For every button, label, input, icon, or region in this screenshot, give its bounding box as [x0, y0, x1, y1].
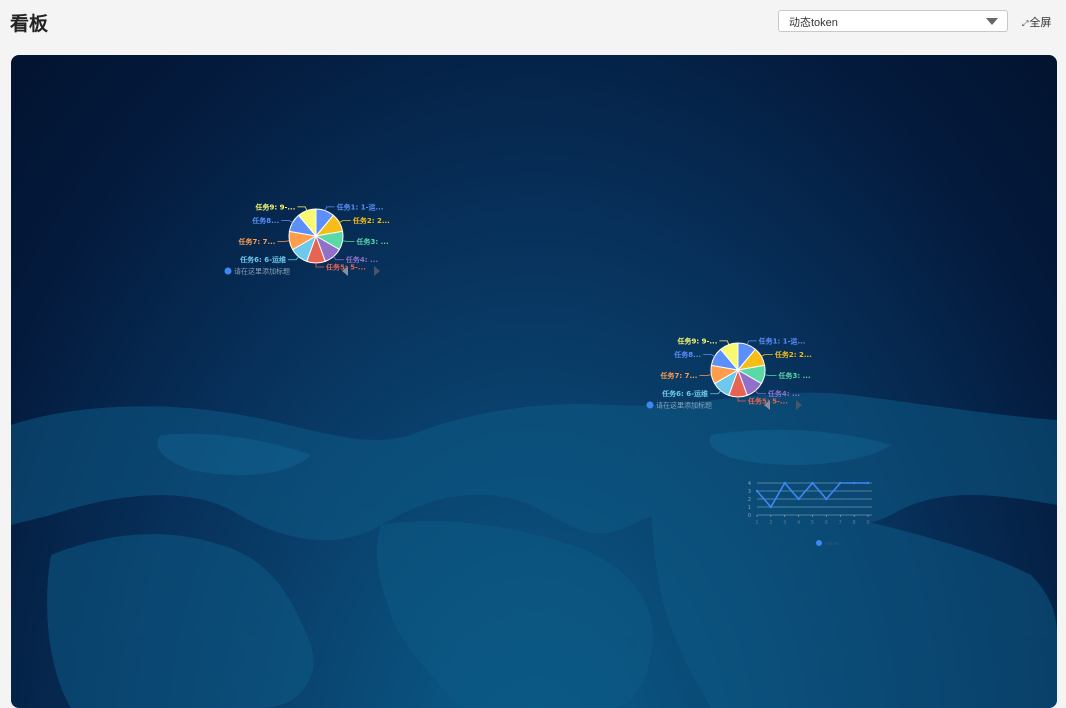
pie-label-line: [703, 354, 715, 357]
y-tick-label: 0: [748, 513, 751, 519]
line-point[interactable]: [769, 505, 773, 509]
legend-next-icon[interactable]: [374, 266, 380, 276]
line-point[interactable]: [811, 481, 814, 485]
x-tick-label: 1: [755, 520, 758, 526]
x-tick-label: 2: [769, 520, 772, 526]
pie-slice-label: 任务9: 9-...: [677, 336, 718, 345]
pie-slice-label: 任务1: 1-运...: [758, 336, 806, 345]
x-tick-label: 9: [866, 520, 869, 526]
pie-legend-label[interactable]: 请在这里添加标题: [656, 401, 712, 410]
legend-marker: [224, 267, 232, 275]
pie-legend-label[interactable]: 请在这里添加标题: [234, 267, 290, 276]
pie-slice-label: 任务7: 7...: [660, 371, 698, 380]
x-tick-label: 8: [853, 520, 856, 526]
pie-slice-label: 任务2: 2...: [774, 350, 812, 359]
pie-slice-label: 任务9: 9-...: [255, 202, 296, 211]
pie-label-line: [288, 256, 299, 261]
line-point[interactable]: [755, 489, 759, 493]
token-select-value: 动态token: [789, 17, 838, 29]
fullscreen-label: 全屏: [1029, 16, 1052, 29]
pie-slice-label: 任务8...: [673, 350, 701, 359]
pie-slice-label: 任务1: 1-运...: [336, 202, 384, 211]
line-point[interactable]: [852, 481, 856, 485]
pie-label-line: [746, 340, 757, 345]
page-title: 看板: [10, 13, 49, 35]
line-point[interactable]: [839, 481, 842, 485]
pie-label-line: [339, 220, 351, 223]
pie-slice-label: 任务3: ...: [778, 371, 811, 380]
pie-label-line: [755, 390, 766, 395]
pie-label-line: [297, 206, 308, 211]
world-map-background: [11, 392, 1057, 708]
pie-label-line: [710, 390, 721, 395]
line-point[interactable]: [783, 481, 786, 485]
pie-slice-label: 任务2: 2...: [352, 216, 390, 225]
dashboard-canvas: 任务1: 1-运... 任务2: 2... 任务3: ... 任务4: ... 任务5:…: [11, 55, 1057, 708]
y-tick-label: 4: [748, 481, 751, 487]
legend-marker: [646, 401, 654, 409]
header-bar: 看板 动态token ⤢全屏: [0, 0, 1066, 48]
line-point[interactable]: [797, 497, 800, 501]
pie-label-line: [761, 354, 773, 357]
pie-label-line: [342, 240, 355, 242]
x-tick-label: 7: [839, 520, 842, 526]
pie-label-line: [277, 240, 290, 242]
pie-label-line: [315, 263, 324, 268]
line-chart: 012341 2 3 4 5 6 7 8 9value: [748, 481, 872, 547]
pie-label-line: [324, 206, 335, 211]
pie-slice-label: 任务6: 6-运维: [661, 389, 708, 398]
pie-chart-1: 任务1: 1-运...任务2: 2...任务3: ...任务4: ...任务5:…: [224, 202, 390, 276]
chevron-down-icon: [986, 18, 998, 25]
line-point[interactable]: [825, 497, 828, 501]
line-point[interactable]: [866, 481, 870, 485]
pie-label-line: [737, 397, 746, 402]
line-legend-label[interactable]: value: [825, 541, 839, 547]
x-tick-label: 5: [811, 520, 814, 526]
pie-chart-2: 任务1: 1-运...任务2: 2...任务3: ...任务4: ...任务5:…: [646, 336, 812, 410]
pie-slice-label: 任务3: ...: [356, 237, 389, 246]
x-tick-label: 3: [783, 520, 786, 526]
y-tick-label: 2: [748, 497, 751, 503]
pie-slice-label: 任务6: 6-运维: [239, 255, 286, 264]
expand-icon: ⤢: [1022, 19, 1029, 28]
line-series[interactable]: [756, 481, 868, 509]
pie-slice-label: 任务7: 7...: [238, 237, 276, 246]
fullscreen-button[interactable]: ⤢全屏: [1022, 14, 1051, 30]
pie-label-line: [764, 374, 777, 376]
line-legend-marker: [816, 540, 822, 546]
pie-slice-label: 任务8...: [251, 216, 279, 225]
pie-label-line: [699, 374, 712, 376]
pie-label-line: [719, 340, 730, 345]
pie-label-line: [333, 256, 344, 261]
pie-label-line: [281, 220, 293, 223]
legend-next-icon[interactable]: [796, 400, 802, 410]
x-tick-label: 4: [797, 520, 800, 526]
y-tick-label: 3: [748, 489, 751, 495]
y-tick-label: 1: [748, 505, 751, 511]
token-select[interactable]: 动态token: [778, 10, 1008, 32]
x-tick-label: 6: [825, 520, 828, 526]
